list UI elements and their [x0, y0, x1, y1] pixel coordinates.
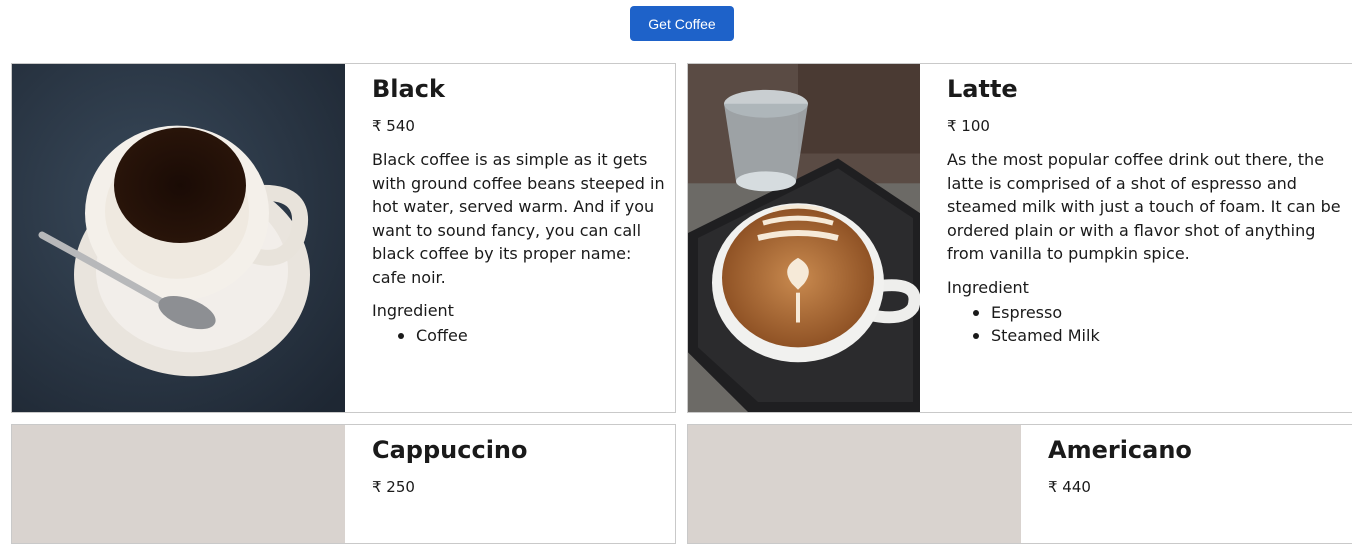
- card-price: ₹ 100: [947, 117, 990, 135]
- card-price: ₹ 540: [372, 117, 415, 135]
- list-item: Coffee: [398, 324, 675, 348]
- coffee-card-latte: Latte ₹ 100 As the most popular coffee d…: [687, 63, 1352, 413]
- card-title: Latte: [947, 75, 1018, 103]
- coffee-card-cappuccino: Cappuccino ₹ 250: [11, 424, 676, 544]
- card-price: ₹ 250: [372, 478, 415, 496]
- ingredient-label: Ingredient: [947, 277, 1029, 297]
- list-item: Steamed Milk: [973, 324, 1352, 348]
- ingredient-list: Espresso Steamed Milk: [947, 301, 1352, 348]
- get-coffee-button[interactable]: Get Coffee: [630, 6, 734, 41]
- card-body: Cappuccino ₹ 250: [345, 425, 675, 543]
- ingredient-list: Coffee: [372, 324, 675, 348]
- card-price: ₹ 440: [1048, 478, 1091, 496]
- coffee-image-americano: [688, 425, 1021, 543]
- card-body: Americano ₹ 440: [1021, 425, 1352, 543]
- coffee-card-americano: Americano ₹ 440: [687, 424, 1352, 544]
- card-title: Cappuccino: [372, 436, 528, 464]
- top-bar: Get Coffee: [0, 0, 1352, 44]
- card-title: Black: [372, 75, 445, 103]
- coffee-image-latte: [688, 64, 920, 412]
- card-description: Black coffee is as simple as it gets wit…: [372, 150, 665, 287]
- ingredient-label: Ingredient: [372, 301, 454, 320]
- list-item: Espresso: [973, 301, 1352, 325]
- card-body: Black ₹ 540 Black coffee is as simple as…: [345, 64, 675, 412]
- card-title: Americano: [1048, 436, 1192, 464]
- coffee-card-black: Black ₹ 540 Black coffee is as simple as…: [11, 63, 676, 413]
- coffee-image-cappuccino: [12, 425, 345, 543]
- card-description: As the most popular coffee drink out the…: [947, 150, 1341, 263]
- card-body: Latte ₹ 100 As the most popular coffee d…: [920, 64, 1352, 412]
- coffee-image-black: [12, 64, 345, 412]
